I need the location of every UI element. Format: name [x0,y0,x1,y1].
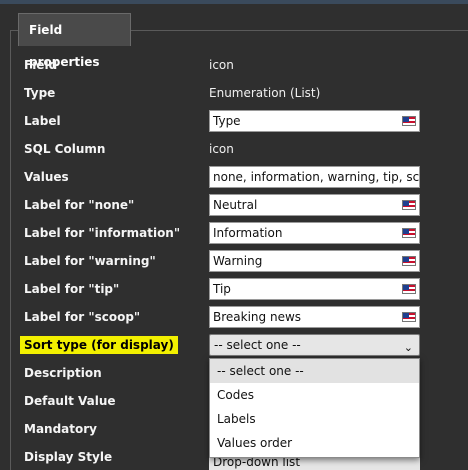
panel-title: Field properties [18,13,131,69]
row-sort-type: Sort type (for display) -- select one --… [0,331,468,359]
label-warning-input-text: Warning [213,254,263,268]
label-scoop-input-text: Breaking news [213,310,302,324]
label-information-input-text: Information [213,226,283,240]
values-input-text: none, information, warning, tip, scoop [213,170,420,184]
sort-type-select-value: -- select one -- [214,338,301,352]
label-information-input[interactable]: Information [209,222,420,244]
row-label-warning: Label for "warning" Warning [0,247,468,275]
language-flag-icon[interactable] [402,116,416,126]
label-none-input-text: Neutral [213,198,258,212]
sql-column-label: SQL Column [24,142,106,156]
chevron-down-icon[interactable]: ⌄ [404,338,413,358]
language-flag-icon[interactable] [402,284,416,294]
row-label: Label Type [0,107,468,135]
row-label-scoop: Label for "scoop" Breaking news [0,303,468,331]
language-flag-icon[interactable] [402,228,416,238]
mandatory-label: Mandatory [24,422,97,436]
sort-type-label: Sort type (for display) [20,336,178,354]
default-value-label: Default Value [24,394,116,408]
label-warning-input[interactable]: Warning [209,250,420,272]
sql-column-value: icon [209,142,234,156]
sort-type-dropdown-list: -- select one -- Codes Labels Values ord… [209,358,420,458]
dropdown-option-codes[interactable]: Codes [210,383,419,407]
label-scoop-label: Label for "scoop" [24,310,141,324]
label-scoop-input[interactable]: Breaking news [209,306,420,328]
field-value: icon [209,58,234,72]
label-tip-input-text: Tip [213,282,231,296]
row-label-none: Label for "none" Neutral [0,191,468,219]
type-label: Type [24,86,56,100]
sort-type-select[interactable]: -- select one -- ⌄ [209,334,420,356]
dropdown-option-values-order[interactable]: Values order [210,431,419,455]
label-input-text: Type [213,114,241,128]
label-information-label: Label for "information" [24,226,181,240]
label-none-label: Label for "none" [24,198,135,212]
dropdown-option-select-one[interactable]: -- select one -- [210,359,419,383]
values-label: Values [24,170,69,184]
row-label-information: Label for "information" Information [0,219,468,247]
label-tip-input[interactable]: Tip [209,278,420,300]
row-label-tip: Label for "tip" Tip [0,275,468,303]
row-sql-column: SQL Column icon [0,135,468,163]
label-tip-label: Label for "tip" [24,282,120,296]
description-label: Description [24,366,102,380]
values-input[interactable]: none, information, warning, tip, scoop [209,166,420,188]
label-input[interactable]: Type [209,110,420,132]
language-flag-icon[interactable] [402,256,416,266]
row-field: Field icon [0,51,468,79]
label-none-input[interactable]: Neutral [209,194,420,216]
row-type: Type Enumeration (List) [0,79,468,107]
type-value: Enumeration (List) [209,86,321,100]
top-strip [0,0,468,4]
label-warning-label: Label for "warning" [24,254,156,268]
dropdown-option-labels[interactable]: Labels [210,407,419,431]
label-label: Label [24,114,61,128]
row-values: Values none, information, warning, tip, … [0,163,468,191]
language-flag-icon[interactable] [402,312,416,322]
language-flag-icon[interactable] [402,200,416,210]
field-label: Field [24,58,58,72]
display-style-label: Display Style [24,450,113,464]
